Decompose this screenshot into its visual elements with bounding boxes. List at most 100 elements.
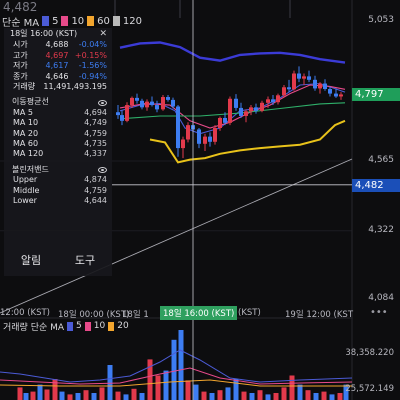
candle-body xyxy=(318,83,322,89)
info-panel-header: 18일 16:00 (KST) ✕ xyxy=(4,28,112,40)
bollinger-row: Lower 4,644 xyxy=(4,196,112,206)
time-axis-label: 12:00 (KST) xyxy=(0,308,50,318)
candlestick xyxy=(208,132,212,147)
more-icon[interactable]: ••• xyxy=(370,307,388,318)
volume-bar xyxy=(23,393,29,400)
ma-row: MA 5 4,694 xyxy=(4,108,112,118)
candle-body xyxy=(116,112,120,116)
tools-button[interactable]: 도구 xyxy=(58,246,112,276)
volume-bar xyxy=(281,387,287,400)
ma-value: 4,694 xyxy=(84,108,107,118)
candle-body xyxy=(120,115,124,121)
volume-legend[interactable]: 거래량 단순 MA 5 10 20 xyxy=(3,320,129,333)
volume-bar xyxy=(171,339,177,400)
bollinger-label: Lower xyxy=(13,196,37,206)
ohlc-change: +0.15% xyxy=(74,50,107,60)
candlestick xyxy=(297,66,301,83)
candlestick xyxy=(197,128,201,149)
candle-body xyxy=(276,95,280,103)
volume-bar xyxy=(217,390,223,400)
bollinger-section-title: 볼린저밴드 xyxy=(12,164,49,174)
candle-body xyxy=(282,87,286,96)
volume-bar xyxy=(273,393,279,400)
candlestick xyxy=(145,99,149,111)
candlestick xyxy=(254,103,258,114)
ma-120-label: 120 xyxy=(122,15,142,27)
volume-bar xyxy=(233,379,239,400)
bollinger-row: Middle 4,759 xyxy=(4,186,112,196)
ohlc-change: -1.56% xyxy=(78,61,107,71)
bollinger-section-header: 볼린저밴드 xyxy=(4,165,112,175)
ma-5-label: 5 xyxy=(52,15,59,27)
ohlc-info-panel: 18일 16:00 (KST) ✕ 시가 4,688 -0.04% 고가 4,6… xyxy=(4,28,112,276)
bollinger-value: 4,759 xyxy=(84,185,107,195)
volume-bar xyxy=(337,393,343,400)
candlestick xyxy=(244,109,248,123)
candle-body xyxy=(135,97,139,101)
candle-body xyxy=(203,136,207,144)
ohlc-label: 종가 xyxy=(13,71,28,81)
ma-value: 4,735 xyxy=(84,139,107,149)
volume-bar xyxy=(313,393,319,400)
candlestick xyxy=(276,93,280,105)
ma-20-swatch xyxy=(87,16,95,26)
candle-body xyxy=(292,73,296,90)
eye-icon[interactable] xyxy=(98,167,107,174)
ma-value: 4,749 xyxy=(84,118,107,128)
ohlc-price: 4,688 xyxy=(45,40,69,50)
candlesticks xyxy=(116,66,343,159)
volume-bar xyxy=(99,387,105,400)
candle-body xyxy=(218,117,222,129)
candle-body xyxy=(234,98,238,108)
candle-datetime: 18일 16:00 (KST) xyxy=(10,29,78,38)
volume-bar xyxy=(37,384,43,400)
ma-section-title: 이동평균선 xyxy=(12,97,49,107)
ohlc-label: 거래량 xyxy=(13,82,36,92)
volume-bar xyxy=(123,394,129,400)
ma-10-label: 10 xyxy=(71,15,85,27)
bollinger-value: 4,874 xyxy=(84,175,107,185)
alarm-button[interactable]: 알림 xyxy=(4,246,58,276)
volume-bar xyxy=(59,391,65,400)
ma-value: 4,759 xyxy=(84,128,107,138)
candle-body xyxy=(249,107,253,112)
ma-120-swatch xyxy=(112,16,120,26)
candlestick xyxy=(228,96,232,126)
candlestick xyxy=(161,95,165,111)
bollinger-value: 4,759 xyxy=(84,186,107,196)
eye-icon[interactable] xyxy=(98,99,107,106)
volume-bar xyxy=(289,375,295,400)
ohlc-label: 저가 xyxy=(13,61,28,71)
vol-ma-10-label: 10 xyxy=(93,321,106,331)
ma-legend[interactable]: 단순 MA 5 10 60 120 xyxy=(0,14,142,29)
ohlc-row: 종가 4,646 -0.94% xyxy=(4,72,112,82)
ohlc-row: 거래량 11,491,493.195 xyxy=(4,82,112,92)
candle-body xyxy=(145,101,149,108)
candlestick xyxy=(287,79,291,93)
ma-5-line xyxy=(119,82,346,135)
volume-bar xyxy=(209,393,215,400)
ma-row: MA 120 4,337 xyxy=(4,149,112,159)
candle-body xyxy=(150,101,154,106)
candle-body xyxy=(334,93,338,97)
candlestick xyxy=(307,70,311,83)
ma-value: 4,337 xyxy=(84,149,107,159)
ma-legend-title: 단순 MA xyxy=(2,17,40,29)
ohlc-label: 시가 xyxy=(13,40,28,50)
volume-bar xyxy=(131,388,137,400)
candle-body xyxy=(307,76,311,80)
candle-body xyxy=(171,99,175,107)
candlestick xyxy=(116,105,120,119)
volume-bar xyxy=(297,384,303,400)
candlestick xyxy=(313,75,317,91)
ma-value: 4,749 xyxy=(84,118,107,128)
time-axis-current: 18일 16:00 (KST) xyxy=(160,306,238,320)
ohlc-price: 11,491,493.195 xyxy=(43,82,107,92)
crosshair xyxy=(112,0,352,400)
price-axis-label: 5,053 xyxy=(368,15,394,25)
close-icon[interactable]: ✕ xyxy=(99,29,107,39)
time-axis-label: 18일 1 xyxy=(122,310,149,320)
candlestick xyxy=(166,95,170,102)
vol-ma-10-swatch xyxy=(84,321,91,331)
bollinger-label: Middle xyxy=(13,185,40,195)
